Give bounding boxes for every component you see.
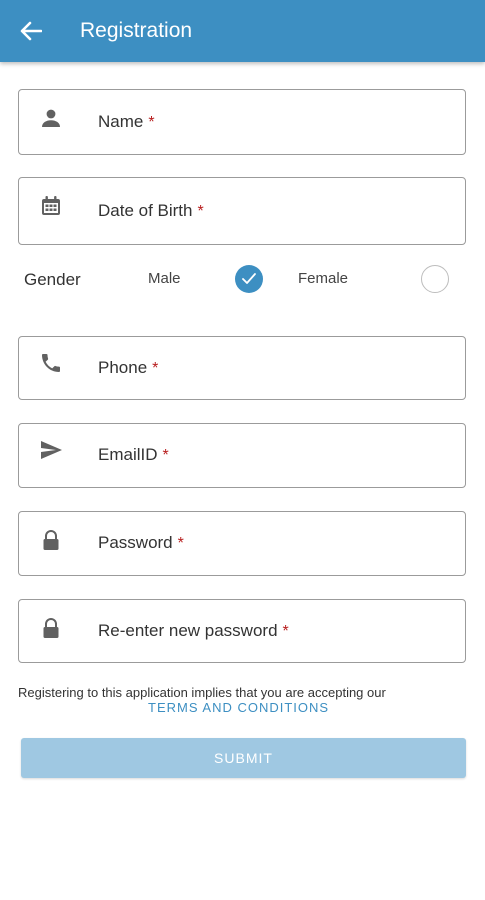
female-radio[interactable]: [421, 265, 449, 293]
male-label[interactable]: Male: [148, 270, 181, 287]
password-label: Password: [98, 533, 173, 552]
gender-label: Gender: [24, 270, 81, 289]
required-marker: *: [152, 360, 159, 377]
send-icon: [41, 441, 62, 459]
calendar-icon: [42, 196, 60, 215]
password-field[interactable]: Password *: [18, 511, 466, 576]
required-marker: *: [177, 535, 184, 552]
phone-field[interactable]: Phone *: [18, 336, 466, 400]
female-label[interactable]: Female: [298, 270, 348, 287]
email-field[interactable]: EmailID *: [18, 423, 466, 488]
back-button[interactable]: [10, 11, 54, 51]
date-of-birth-field[interactable]: Date of Birth *: [18, 177, 466, 245]
male-radio-checked[interactable]: [235, 265, 263, 293]
page-title: Registration: [80, 19, 193, 42]
terms-and-conditions-link[interactable]: TERMS AND CONDITIONS: [148, 700, 329, 715]
submit-button[interactable]: SUBMIT: [21, 738, 466, 778]
date-of-birth-label: Date of Birth: [98, 201, 193, 220]
required-marker: *: [197, 203, 204, 220]
phone-label: Phone: [98, 358, 148, 377]
reenter-password-field[interactable]: Re-enter new password *: [18, 599, 466, 663]
checkmark-icon: [242, 273, 256, 284]
terms-notice: Registering to this application implies …: [18, 685, 386, 700]
email-label: EmailID: [98, 445, 158, 464]
reenter-password-label: Re-enter new password: [98, 621, 278, 640]
required-marker: *: [148, 114, 155, 131]
phone-icon: [42, 354, 60, 372]
arrow-left-icon: [20, 21, 42, 41]
required-marker: *: [282, 623, 289, 640]
lock-icon: [43, 530, 59, 550]
person-icon: [42, 109, 60, 127]
lock-icon: [43, 618, 59, 638]
required-marker: *: [162, 447, 169, 464]
name-label: Name: [98, 112, 144, 131]
name-field[interactable]: Name *: [18, 89, 466, 155]
app-bar: Registration: [0, 0, 485, 62]
